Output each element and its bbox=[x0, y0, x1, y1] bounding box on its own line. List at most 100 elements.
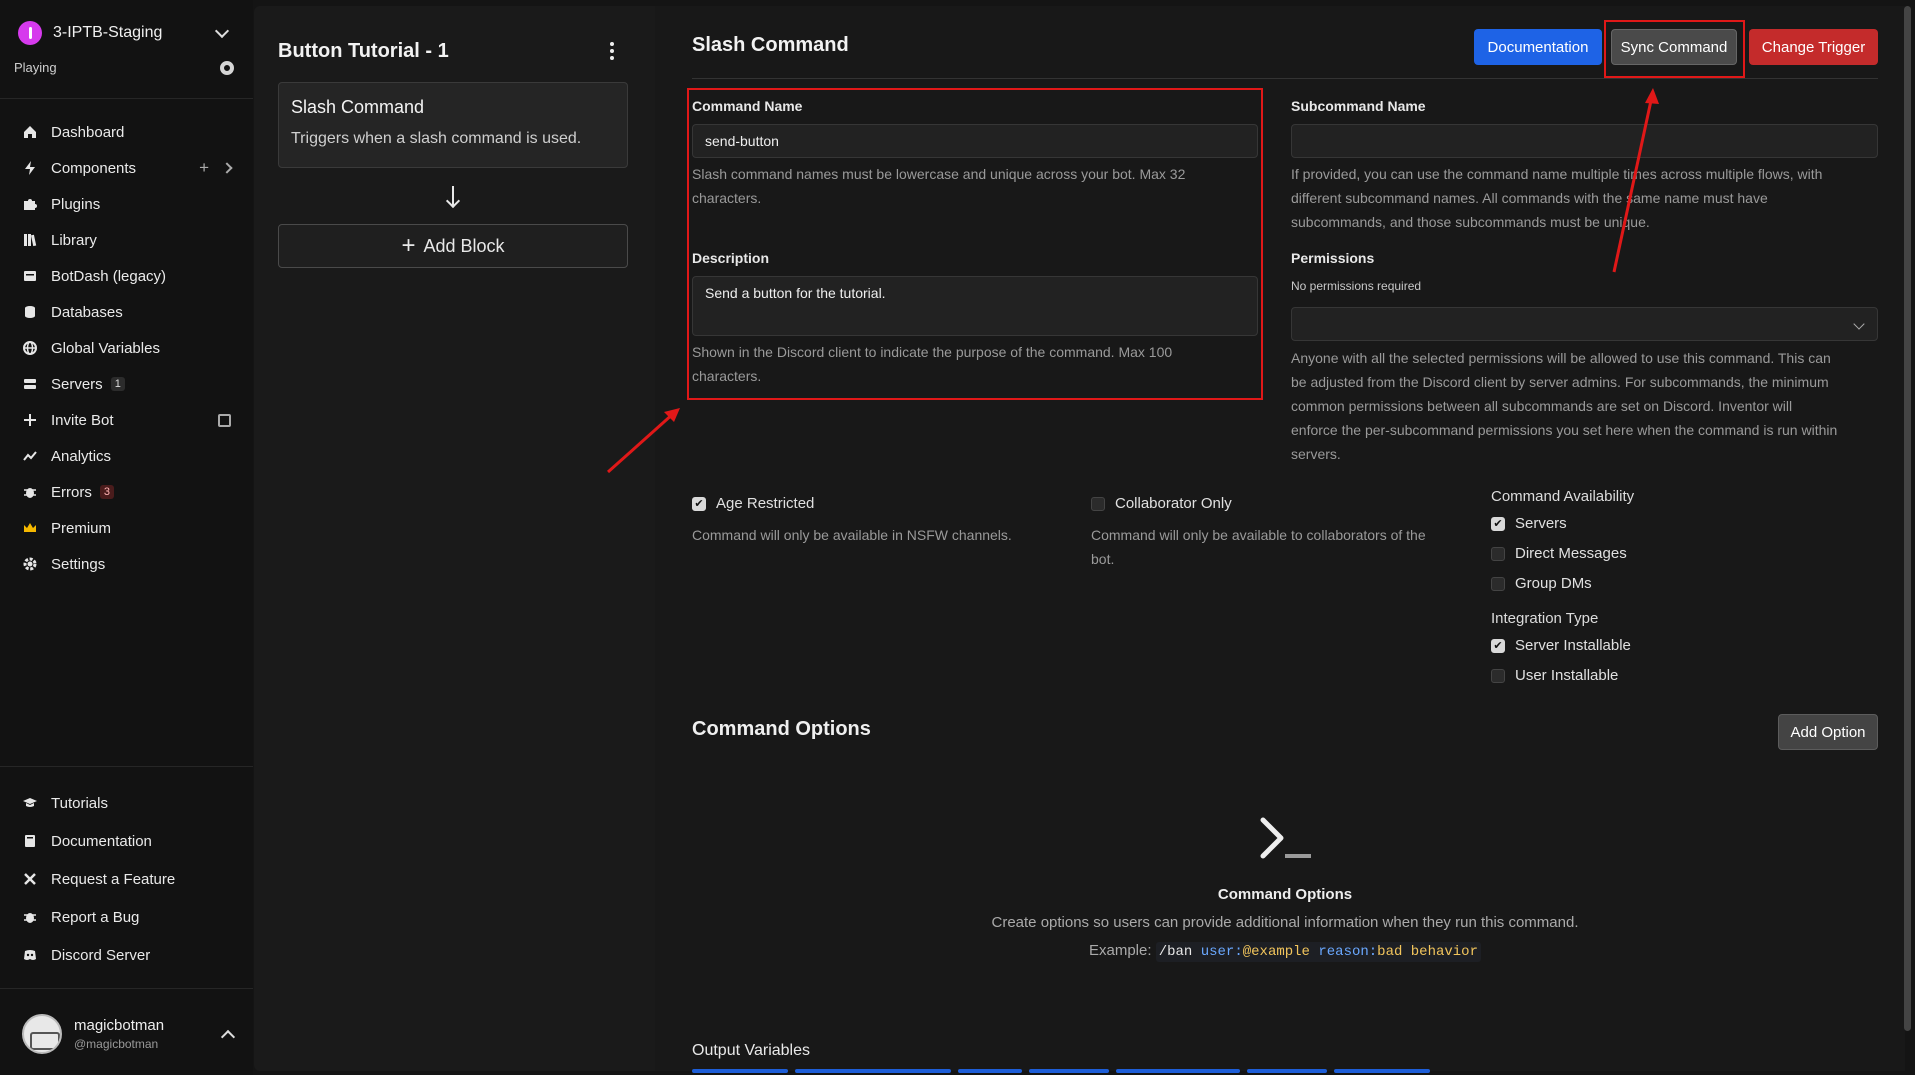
plus-icon[interactable]: + bbox=[199, 158, 209, 178]
chevron-down-icon bbox=[214, 23, 230, 38]
nav-label: Request a Feature bbox=[51, 870, 176, 888]
options-empty-title: Command Options bbox=[1217, 886, 1353, 903]
sidebar-divider bbox=[0, 98, 253, 99]
kebab-icon[interactable] bbox=[610, 42, 614, 60]
nav-item-databases[interactable]: Databases bbox=[0, 294, 253, 330]
help-line: bot. bbox=[1091, 551, 1115, 567]
example-code: /ban user:@example reason:bad behavior bbox=[1155, 942, 1481, 962]
nav-item-library[interactable]: Library bbox=[0, 222, 253, 258]
invite-bot-actions bbox=[218, 413, 231, 427]
trigger-card[interactable]: Slash Command Triggers when a slash comm… bbox=[278, 82, 628, 168]
external-link-icon[interactable] bbox=[218, 413, 231, 427]
integration-user-checkbox[interactable]: User Installable bbox=[1491, 667, 1618, 684]
options-example: Example: /ban user:@example reason:bad b… bbox=[955, 942, 1615, 962]
errors-count-badge: 3 bbox=[99, 485, 114, 499]
add-block-label: Add Block bbox=[423, 235, 505, 256]
add-option-button[interactable]: Add Option bbox=[1778, 714, 1878, 750]
age-restricted-checkbox[interactable]: ✔ Age Restricted bbox=[692, 495, 814, 512]
nav-item-analytics[interactable]: Analytics bbox=[0, 438, 253, 474]
trigger-card-title: Slash Command bbox=[291, 97, 425, 117]
output-pill[interactable] bbox=[958, 1069, 1022, 1073]
bug-icon bbox=[22, 484, 38, 500]
nav-item-plugins[interactable]: Plugins bbox=[0, 186, 253, 222]
documentation-button[interactable]: Documentation bbox=[1474, 29, 1602, 65]
checkbox-box bbox=[1491, 546, 1505, 561]
database-icon bbox=[22, 304, 38, 320]
user-menu[interactable]: magicbotman @magicbotman bbox=[22, 1014, 237, 1054]
availability-group-dms-checkbox[interactable]: Group DMs bbox=[1491, 575, 1592, 592]
user-handle: @magicbotman bbox=[74, 1037, 159, 1051]
nav-item-tutorials[interactable]: Tutorials bbox=[0, 784, 253, 822]
collaborator-only-help: Command will only be available to collab… bbox=[1091, 523, 1471, 571]
help-line: subcommands, and those subcommands must … bbox=[1291, 214, 1650, 230]
output-pill[interactable] bbox=[1029, 1069, 1109, 1073]
nav-item-documentation[interactable]: Documentation bbox=[0, 822, 253, 860]
chevron-down-icon bbox=[1853, 318, 1865, 330]
availability-servers-checkbox[interactable]: ✔ Servers bbox=[1491, 515, 1567, 532]
checkbox-box bbox=[1091, 496, 1105, 511]
analytics-icon bbox=[22, 448, 38, 464]
user-info: magicbotman @magicbotman bbox=[74, 1017, 223, 1051]
add-block-button[interactable]: + Add Block bbox=[278, 224, 628, 268]
subcommand-name-input[interactable] bbox=[1291, 124, 1878, 158]
scrollbar[interactable] bbox=[1904, 6, 1911, 1031]
example-key: reason: bbox=[1318, 944, 1378, 960]
collaborator-only-checkbox[interactable]: Collaborator Only bbox=[1091, 495, 1232, 512]
nav-item-servers[interactable]: Servers 1 bbox=[0, 366, 253, 402]
availability-dms-checkbox[interactable]: Direct Messages bbox=[1491, 545, 1627, 562]
integration-title: Integration Type bbox=[1491, 610, 1599, 627]
example-label: Example: bbox=[1089, 942, 1152, 959]
help-nav: Tutorials Documentation Request a Featur… bbox=[0, 784, 253, 974]
components-actions: + bbox=[199, 158, 233, 178]
nav-item-premium[interactable]: Premium bbox=[0, 510, 253, 546]
page-title: Slash Command bbox=[692, 34, 849, 56]
tools-icon bbox=[22, 871, 38, 887]
help-line: be adjusted from the Discord client by s… bbox=[1291, 374, 1829, 390]
output-pill[interactable] bbox=[1334, 1069, 1430, 1073]
nav-item-botdash[interactable]: BotDash (legacy) bbox=[0, 258, 253, 294]
user-name: magicbotman bbox=[74, 1017, 165, 1034]
chevron-up-icon bbox=[220, 1029, 236, 1045]
nav-item-settings[interactable]: Settings bbox=[0, 546, 253, 582]
permissions-select[interactable] bbox=[1291, 307, 1878, 341]
nav-item-global-variables[interactable]: Global Variables bbox=[0, 330, 253, 366]
nav-item-report-bug[interactable]: Report a Bug bbox=[0, 898, 253, 936]
output-pill[interactable] bbox=[1116, 1069, 1240, 1073]
change-trigger-button[interactable]: Change Trigger bbox=[1749, 29, 1878, 65]
crown-icon bbox=[22, 520, 38, 536]
checkbox-label: Servers bbox=[1515, 515, 1567, 532]
integration-server-checkbox[interactable]: ✔ Server Installable bbox=[1491, 637, 1631, 654]
plus-icon bbox=[22, 412, 38, 428]
gear-icon bbox=[22, 556, 38, 572]
trigger-card-description: Triggers when a slash command is used. bbox=[291, 130, 582, 147]
globe-icon bbox=[22, 340, 38, 356]
nav-item-request-feature[interactable]: Request a Feature bbox=[0, 860, 253, 898]
nav-label: Global Variables bbox=[51, 339, 160, 357]
permissions-help: Anyone with all the selected permissions… bbox=[1291, 346, 1878, 466]
workspace-switcher[interactable]: 3-IPTB-Staging bbox=[18, 20, 233, 46]
example-key: user: bbox=[1200, 944, 1243, 960]
help-line: common permissions between all subcomman… bbox=[1291, 398, 1793, 414]
nav-item-errors[interactable]: Errors 3 bbox=[0, 474, 253, 510]
servers-count-badge: 1 bbox=[110, 377, 125, 391]
nav-label: BotDash (legacy) bbox=[51, 267, 167, 285]
check-icon: ✔ bbox=[692, 496, 706, 511]
sidebar: 3-IPTB-Staging Playing Dashboard Compone… bbox=[0, 0, 253, 1075]
chevron-right-icon[interactable] bbox=[221, 162, 233, 174]
output-pill[interactable] bbox=[795, 1069, 951, 1073]
checkbox-label: User Installable bbox=[1515, 667, 1619, 684]
arrow-down-icon bbox=[443, 186, 463, 214]
workspace-logo-icon bbox=[18, 21, 42, 45]
help-line: enforce the per-subcommand permissions y… bbox=[1291, 422, 1838, 438]
nav-item-dashboard[interactable]: Dashboard bbox=[0, 114, 253, 150]
sidebar-divider bbox=[0, 988, 253, 989]
gear-icon[interactable] bbox=[220, 60, 234, 75]
checkbox-label: Group DMs bbox=[1515, 575, 1592, 592]
home-icon bbox=[22, 124, 38, 140]
check-icon: ✔ bbox=[1491, 516, 1505, 531]
nav-item-discord-server[interactable]: Discord Server bbox=[0, 936, 253, 974]
nav-item-components[interactable]: Components + bbox=[0, 150, 253, 186]
output-pill[interactable] bbox=[692, 1069, 788, 1073]
nav-item-invite-bot[interactable]: Invite Bot bbox=[0, 402, 253, 438]
output-pill[interactable] bbox=[1247, 1069, 1327, 1073]
